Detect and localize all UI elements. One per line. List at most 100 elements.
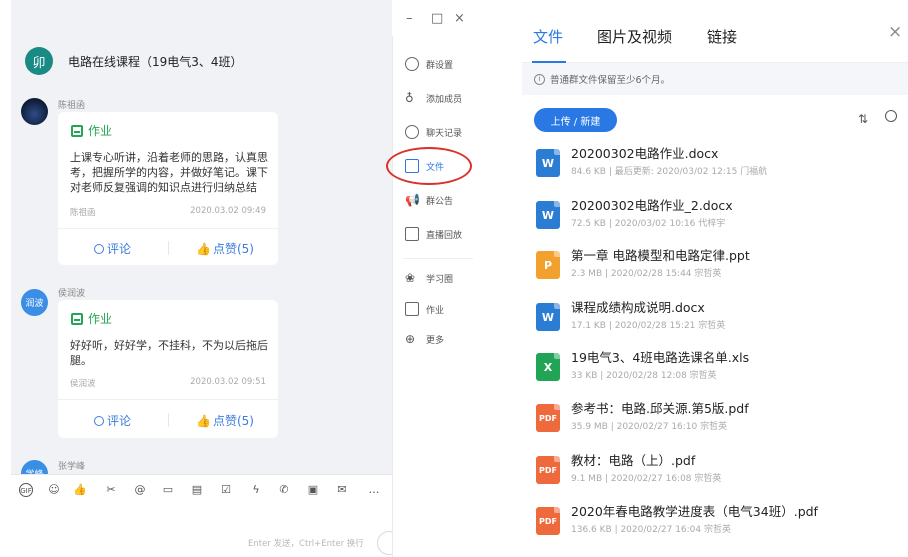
file-row[interactable]: W 20200302电路作业.docx 84.6 KB | 最后更新: 2020/0… — [536, 143, 896, 183]
rail-item-announcement[interactable]: 📢 群公告 — [405, 190, 453, 210]
message-time: 2020.03.02 09:51 — [190, 377, 266, 387]
homework-tag: 作业 — [71, 310, 112, 327]
homework-icon — [71, 124, 83, 137]
gif-icon[interactable]: GIF — [19, 483, 33, 497]
search-icon[interactable] — [885, 110, 897, 122]
like-button[interactable]: 👍 点赞(5) — [196, 240, 254, 257]
file-type-icon: X — [536, 353, 560, 381]
group-side-rail: 群设置 ♁ 添加成员 聊天记录 文件 📢 群公告 直播回放 ❀ 学习圈 作业 ⊕ 更多 — [392, 36, 482, 557]
annotation-circle — [386, 147, 472, 185]
like-label: 点赞(5) — [212, 414, 254, 428]
tab-media[interactable]: 图片及视频 — [597, 26, 672, 47]
file-row[interactable]: PDF 教材：电路（上）.pdf 9.1 MB | 2020/02/27 16:08… — [536, 450, 896, 490]
message-body: 好好听，好好学，不挂科，不为以后拖后腿。 — [70, 339, 268, 367]
tab-links[interactable]: 链接 — [707, 26, 737, 47]
live-icon[interactable]: ▣ — [306, 483, 320, 497]
rail-label: 学习圈 — [426, 274, 454, 285]
homework-label: 作业 — [88, 124, 113, 138]
homework-icon — [405, 302, 419, 316]
file-type-icon: PDF — [536, 507, 560, 535]
rail-label: 群公告 — [426, 196, 454, 207]
emoji-icon[interactable]: ☺ — [47, 483, 61, 497]
circle-icon: ❀ — [405, 271, 416, 285]
file-name[interactable]: 课程成绩构成说明.docx — [571, 297, 705, 316]
file-name[interactable]: 第一章 电路模型和电路定律.ppt — [571, 245, 750, 264]
file-row[interactable]: PDF 2020年春电路教学进度表（电气34班）.pdf 136.6 KB | 20… — [536, 501, 896, 541]
like-button[interactable]: 👍 点赞(5) — [196, 412, 254, 429]
close-button[interactable]: × — [454, 12, 465, 26]
file-name[interactable]: 20200302电路作业.docx — [571, 143, 718, 162]
message-meta: 侯润波 2020.03.02 09:51 — [70, 377, 266, 389]
group-avatar[interactable]: 卯 — [25, 47, 53, 75]
settings-icon — [405, 57, 419, 71]
file-row[interactable]: W 课程成绩构成说明.docx 17.1 KB | 2020/02/28 15:21… — [536, 297, 896, 337]
file-row[interactable]: X 19电气3、4班电路选课名单.xls 33 KB | 2020/02/28 12… — [536, 347, 896, 387]
rail-item-circle[interactable]: ❀ 学习圈 — [405, 268, 453, 288]
divider — [58, 228, 278, 229]
tab-files[interactable]: 文件 — [533, 26, 563, 47]
rail-label: 更多 — [426, 335, 445, 346]
sender-name: 陈祖函 — [58, 101, 86, 111]
file-name[interactable]: 参考书：电路.邱关源.第5版.pdf — [571, 398, 749, 417]
sender-name: 侯润波 — [58, 289, 86, 299]
group-title: 电路在线课程（19电气3、4班） — [68, 55, 243, 69]
file-meta: 2.3 MB | 2020/02/28 15:44 宗哲英 — [571, 269, 722, 279]
rail-item-homework[interactable]: 作业 — [405, 299, 444, 319]
checkbox-icon[interactable]: ☑ — [219, 483, 233, 497]
homework-card[interactable]: 作业 上课专心听讲，沿着老师的思路，认真思考，把握所学的内容，并做好笔记。课下对… — [58, 112, 278, 265]
homework-tag: 作业 — [71, 122, 112, 139]
sort-icon[interactable]: ⇅ — [858, 112, 868, 126]
calendar-icon[interactable]: ▤ — [190, 483, 204, 497]
comment-label: 评论 — [107, 242, 132, 256]
divider — [168, 413, 169, 427]
comment-button[interactable]: 评论 — [94, 240, 131, 257]
rail-item-more[interactable]: ⊕ 更多 — [405, 329, 444, 349]
more-icon[interactable]: … — [367, 483, 381, 497]
file-panel: 文件 图片及视频 链接 × i 普通群文件保留至少6个月。 上传 / 新建 ⇅ W… — [502, 0, 908, 557]
retention-notice: i 普通群文件保留至少6个月。 — [522, 63, 908, 95]
message-meta: 陈祖函 2020.03.02 09:49 — [70, 206, 266, 218]
thumbs-up-icon[interactable]: 👍 — [73, 483, 87, 497]
notice-text: 普通群文件保留至少6个月。 — [550, 75, 671, 86]
folder-icon[interactable]: ▭ — [161, 483, 175, 497]
thumbs-up-icon: 👍 — [196, 413, 211, 428]
file-meta: 136.6 KB | 2020/02/27 16:04 宗哲英 — [571, 525, 731, 535]
file-row[interactable]: P 第一章 电路模型和电路定律.ppt 2.3 MB | 2020/02/28 15… — [536, 245, 896, 285]
send-button[interactable] — [377, 531, 392, 555]
input-hint: Enter 发送，Ctrl+Enter 换行 — [248, 539, 364, 549]
maximize-button[interactable]: □ — [431, 12, 443, 26]
file-name[interactable]: 20200302电路作业_2.docx — [571, 195, 733, 214]
divider — [168, 241, 169, 255]
homework-card[interactable]: 作业 好好听，好好学，不挂科，不为以后拖后腿。 侯润波 2020.03.02 09… — [58, 300, 278, 438]
info-icon: i — [534, 73, 545, 85]
file-row[interactable]: PDF 参考书：电路.邱关源.第5版.pdf 35.9 MB | 2020/02/2… — [536, 398, 896, 438]
upload-button[interactable]: 上传 / 新建 — [534, 108, 617, 132]
rail-item-history[interactable]: 聊天记录 — [405, 122, 462, 142]
file-row[interactable]: W 20200302电路作业_2.docx 72.5 KB | 2020/03/02… — [536, 195, 896, 235]
file-type-icon: PDF — [536, 404, 560, 432]
scissors-icon[interactable]: ✂ — [104, 483, 118, 497]
rail-item-replay[interactable]: 直播回放 — [405, 224, 462, 244]
file-name[interactable]: 19电气3、4班电路选课名单.xls — [571, 347, 749, 366]
panel-close-button[interactable]: × — [888, 22, 902, 42]
phone-icon[interactable]: ✆ — [277, 483, 291, 497]
homework-icon — [71, 312, 83, 325]
rail-item-add-member[interactable]: ♁ 添加成员 — [405, 88, 462, 108]
sender-name: 张学峰 — [58, 462, 86, 472]
rail-label: 群设置 — [426, 60, 454, 71]
file-name[interactable]: 教材：电路（上）.pdf — [571, 450, 695, 469]
rail-label: 作业 — [426, 305, 445, 316]
file-type-icon: W — [536, 201, 560, 229]
file-name[interactable]: 2020年春电路教学进度表（电气34班）.pdf — [571, 501, 818, 520]
avatar[interactable]: 润波 — [21, 289, 48, 316]
avatar[interactable] — [21, 98, 48, 125]
comment-button[interactable]: 评论 — [94, 412, 131, 429]
minimize-button[interactable]: – — [406, 12, 413, 26]
announcement-icon: 📢 — [405, 193, 420, 207]
rail-item-settings[interactable]: 群设置 — [405, 54, 453, 74]
message-icon[interactable]: ✉ — [335, 483, 349, 497]
lightning-icon[interactable]: ϟ — [249, 483, 263, 497]
message-author: 陈祖函 — [70, 208, 96, 218]
at-icon[interactable]: @ — [133, 483, 147, 497]
file-meta: 84.6 KB | 最后更新: 2020/03/02 12:15 门福航 — [571, 167, 768, 177]
